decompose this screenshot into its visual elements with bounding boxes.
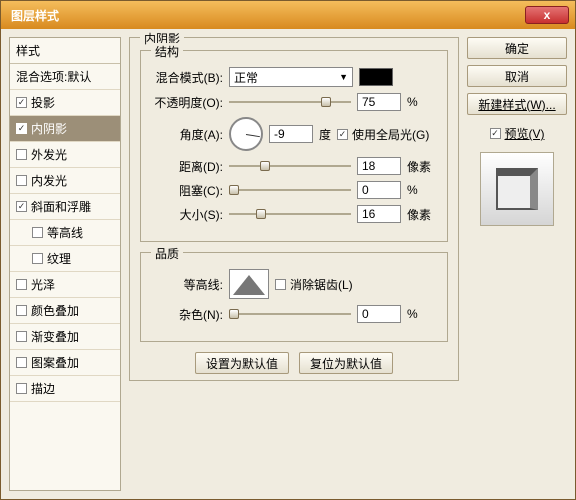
- global-light-checkbox[interactable]: 使用全局光(G): [337, 126, 429, 143]
- sidebar-item-label: 内发光: [31, 172, 67, 189]
- angle-dial[interactable]: [229, 117, 263, 151]
- choke-input[interactable]: 0: [357, 181, 401, 199]
- distance-slider[interactable]: [229, 159, 351, 173]
- sidebar-item-label: 描边: [31, 380, 55, 397]
- default-buttons: 设置为默认值 复位为默认值: [140, 352, 448, 374]
- chevron-down-icon: ▼: [339, 72, 348, 82]
- size-row: 大小(S): 16 像素: [151, 205, 437, 223]
- reset-default-button[interactable]: 复位为默认值: [299, 352, 393, 374]
- distance-row: 距离(D): 18 像素: [151, 157, 437, 175]
- sidebar-item-5[interactable]: 等高线: [10, 220, 120, 246]
- checkbox-icon: [16, 175, 27, 186]
- opacity-row: 不透明度(O): 75 %: [151, 93, 437, 111]
- opacity-input[interactable]: 75: [357, 93, 401, 111]
- checkbox-icon: [16, 97, 27, 108]
- choke-slider[interactable]: [229, 183, 351, 197]
- sidebar-item-label: 等高线: [47, 224, 83, 241]
- checkbox-icon: [16, 149, 27, 160]
- checkbox-icon: [16, 201, 27, 212]
- close-icon: x: [544, 8, 551, 22]
- size-input[interactable]: 16: [357, 205, 401, 223]
- checkbox-icon: [32, 253, 43, 264]
- layer-style-dialog: 图层样式 x 样式 混合选项:默认 投影内阴影外发光内发光斜面和浮雕等高线纹理光…: [0, 0, 576, 500]
- sidebar-item-label: 光泽: [31, 276, 55, 293]
- sidebar-item-label: 外发光: [31, 146, 67, 163]
- sidebar-item-10[interactable]: 图案叠加: [10, 350, 120, 376]
- sidebar-item-label: 纹理: [47, 250, 71, 267]
- angle-label: 角度(A):: [151, 126, 223, 143]
- checkbox-icon: [337, 129, 348, 140]
- preview-thumbnail: [480, 152, 554, 226]
- contour-picker[interactable]: [229, 269, 269, 299]
- opacity-slider[interactable]: [229, 95, 351, 109]
- distance-label: 距离(D):: [151, 158, 223, 175]
- contour-icon: [231, 271, 267, 297]
- quality-group: 品质 等高线: 消除锯齿(L) 杂色(N):: [140, 252, 448, 342]
- preview-checkbox[interactable]: 预览(V): [467, 125, 567, 142]
- noise-input[interactable]: 0: [357, 305, 401, 323]
- checkbox-icon: [490, 128, 501, 139]
- sidebar-item-7[interactable]: 光泽: [10, 272, 120, 298]
- set-default-button[interactable]: 设置为默认值: [195, 352, 289, 374]
- checkbox-icon: [16, 123, 27, 134]
- styles-sidebar: 样式 混合选项:默认 投影内阴影外发光内发光斜面和浮雕等高线纹理光泽颜色叠加渐变…: [9, 37, 121, 491]
- sidebar-item-3[interactable]: 内发光: [10, 168, 120, 194]
- noise-slider[interactable]: [229, 307, 351, 321]
- choke-label: 阻塞(C):: [151, 182, 223, 199]
- noise-row: 杂色(N): 0 %: [151, 305, 437, 323]
- checkbox-icon: [16, 279, 27, 290]
- new-style-button[interactable]: 新建样式(W)...: [467, 93, 567, 115]
- opacity-label: 不透明度(O):: [151, 94, 223, 111]
- effect-title-group: 内阴影 结构 混合模式(B): 正常 ▼ 不透明度(O):: [129, 37, 459, 381]
- angle-input[interactable]: -9: [269, 125, 313, 143]
- checkbox-icon: [16, 305, 27, 316]
- blend-mode-row: 混合模式(B): 正常 ▼: [151, 67, 437, 87]
- structure-group: 结构 混合模式(B): 正常 ▼ 不透明度(O): 75 %: [140, 50, 448, 242]
- sidebar-item-1[interactable]: 内阴影: [10, 116, 120, 142]
- noise-label: 杂色(N):: [151, 306, 223, 323]
- shadow-color-swatch[interactable]: [359, 68, 393, 86]
- sidebar-item-label: 内阴影: [31, 120, 67, 137]
- center-panel: 内阴影 结构 混合模式(B): 正常 ▼ 不透明度(O):: [129, 37, 459, 491]
- size-label: 大小(S):: [151, 206, 223, 223]
- close-button[interactable]: x: [525, 6, 569, 24]
- sidebar-item-label: 投影: [31, 94, 55, 111]
- size-slider[interactable]: [229, 207, 351, 221]
- sidebar-item-0[interactable]: 投影: [10, 90, 120, 116]
- checkbox-icon: [16, 357, 27, 368]
- sidebar-item-9[interactable]: 渐变叠加: [10, 324, 120, 350]
- sidebar-item-11[interactable]: 描边: [10, 376, 120, 402]
- sidebar-header: 样式: [10, 38, 120, 64]
- sidebar-item-label: 渐变叠加: [31, 328, 79, 345]
- right-panel: 确定 取消 新建样式(W)... 预览(V): [467, 37, 567, 491]
- sidebar-item-2[interactable]: 外发光: [10, 142, 120, 168]
- contour-label: 等高线:: [151, 276, 223, 293]
- sidebar-item-label: 颜色叠加: [31, 302, 79, 319]
- titlebar: 图层样式 x: [1, 1, 575, 29]
- sidebar-item-4[interactable]: 斜面和浮雕: [10, 194, 120, 220]
- structure-legend: 结构: [151, 43, 183, 60]
- cancel-button[interactable]: 取消: [467, 65, 567, 87]
- choke-row: 阻塞(C): 0 %: [151, 181, 437, 199]
- dialog-body: 样式 混合选项:默认 投影内阴影外发光内发光斜面和浮雕等高线纹理光泽颜色叠加渐变…: [1, 29, 575, 499]
- sidebar-item-6[interactable]: 纹理: [10, 246, 120, 272]
- sidebar-item-8[interactable]: 颜色叠加: [10, 298, 120, 324]
- checkbox-icon: [16, 383, 27, 394]
- contour-row: 等高线: 消除锯齿(L): [151, 269, 437, 299]
- preview-cube-icon: [496, 168, 538, 210]
- sidebar-item-label: 图案叠加: [31, 354, 79, 371]
- window-title: 图层样式: [11, 7, 59, 24]
- sidebar-blend-defaults[interactable]: 混合选项:默认: [10, 64, 120, 90]
- blend-mode-select[interactable]: 正常 ▼: [229, 67, 353, 87]
- blend-mode-label: 混合模式(B):: [151, 69, 223, 86]
- quality-legend: 品质: [151, 245, 183, 262]
- distance-input[interactable]: 18: [357, 157, 401, 175]
- checkbox-icon: [16, 331, 27, 342]
- checkbox-icon: [275, 279, 286, 290]
- angle-row: 角度(A): -9 度 使用全局光(G): [151, 117, 437, 151]
- checkbox-icon: [32, 227, 43, 238]
- antialias-checkbox[interactable]: 消除锯齿(L): [275, 276, 353, 293]
- sidebar-item-label: 斜面和浮雕: [31, 198, 91, 215]
- ok-button[interactable]: 确定: [467, 37, 567, 59]
